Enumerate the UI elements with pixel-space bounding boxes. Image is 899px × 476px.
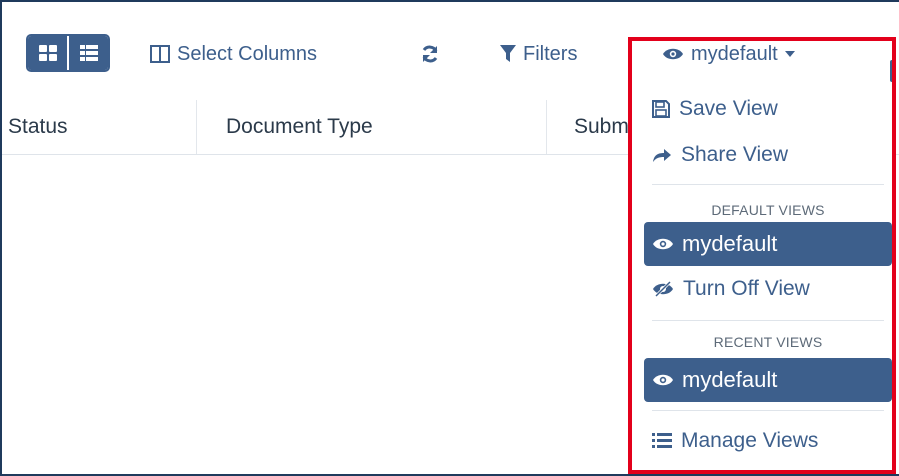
default-view-item[interactable]: mydefault [644, 222, 892, 266]
menu-divider [652, 410, 884, 411]
column-separator [196, 100, 197, 154]
grid-view-icon [38, 45, 57, 61]
grid-toolbar: Select Columns Filters mydefault [0, 0, 899, 100]
refresh-button[interactable] [420, 36, 447, 72]
select-columns-label: Select Columns [177, 42, 318, 65]
save-icon [652, 100, 670, 118]
default-views-header: DEFAULT VIEWS [711, 202, 825, 218]
manage-views-item[interactable]: Manage Views [652, 424, 818, 458]
share-view-label: Share View [681, 143, 789, 166]
column-header-status[interactable]: Status [8, 100, 68, 154]
column-header-document-type[interactable]: Document Type [226, 100, 373, 154]
filters-button[interactable]: Filters [500, 36, 577, 72]
column-separator [546, 100, 547, 154]
menu-divider [652, 184, 884, 185]
eye-icon [663, 48, 683, 60]
eye-icon [653, 238, 673, 250]
list-view-button[interactable] [69, 36, 108, 70]
share-icon [653, 149, 671, 162]
list-view-icon [79, 45, 98, 61]
eye-slash-icon [653, 281, 673, 297]
select-columns-button[interactable]: Select Columns [150, 36, 317, 72]
recent-view-label: mydefault [682, 367, 778, 392]
recent-views-header: RECENT VIEWS [713, 334, 823, 350]
filter-icon [500, 45, 516, 62]
filters-label: Filters [523, 42, 578, 65]
recent-view-item[interactable]: mydefault [644, 358, 892, 402]
refresh-icon [422, 45, 438, 63]
share-view-item[interactable]: Share View [652, 138, 788, 172]
column-header-submitted[interactable]: Subm [574, 100, 630, 154]
columns-icon [150, 45, 170, 63]
caret-down-icon [784, 51, 795, 57]
eye-icon [653, 374, 673, 386]
turn-off-view-item[interactable]: Turn Off View [652, 272, 810, 306]
default-view-label: mydefault [682, 231, 778, 256]
save-view-item[interactable]: Save View [652, 92, 778, 126]
view-mode-toggle [26, 34, 110, 72]
menu-divider [652, 320, 884, 321]
partial-toolbar-button[interactable] [890, 60, 896, 82]
turn-off-view-label: Turn Off View [683, 277, 810, 300]
manage-views-label: Manage Views [681, 429, 819, 452]
view-selector-dropdown[interactable]: mydefault [662, 36, 796, 72]
grid-view-button[interactable] [28, 36, 67, 70]
save-view-label: Save View [679, 97, 778, 120]
current-view-label: mydefault [691, 42, 778, 65]
list-icon [652, 433, 672, 448]
view-options-menu: Save View Share View DEFAULT VIEWS mydef… [632, 88, 894, 472]
